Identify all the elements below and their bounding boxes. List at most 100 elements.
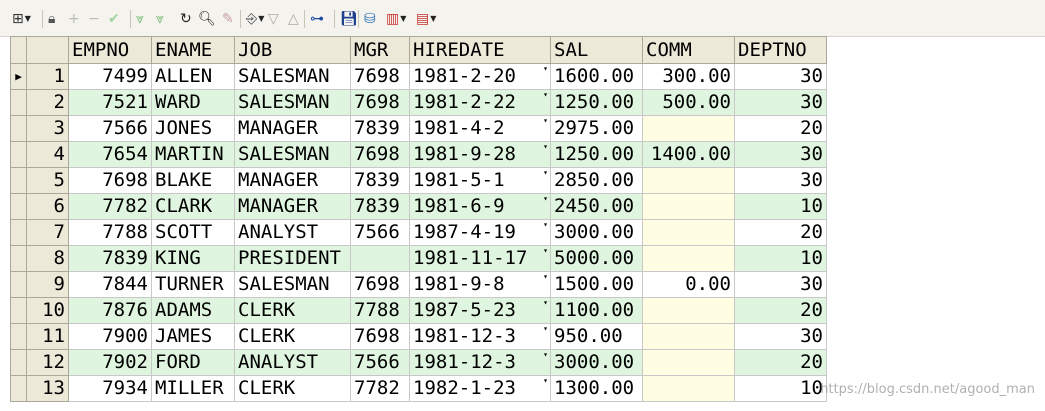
cell-mgr[interactable]: 7698 bbox=[350, 89, 410, 116]
cell-hiredate[interactable]: 1981-5-1 ▾ bbox=[409, 167, 551, 194]
cell-deptno[interactable]: 20 bbox=[734, 349, 827, 376]
row-indicator[interactable] bbox=[10, 193, 27, 220]
cell-deptno[interactable]: 10 bbox=[734, 193, 827, 220]
cell-deptno[interactable]: 30 bbox=[734, 63, 827, 90]
row-number[interactable]: 3 bbox=[26, 115, 69, 142]
date-picker-dropdown-icon[interactable]: ▾ bbox=[543, 273, 548, 283]
row-number[interactable]: 1 bbox=[26, 63, 69, 90]
table-row[interactable]: 8 7839 KING PRESIDENT 1981-11-17 ▾ 5000.00 10 bbox=[10, 245, 827, 272]
cell-sal[interactable]: 2850.00 bbox=[550, 167, 643, 194]
cell-hiredate[interactable]: 1981-9-8 ▾ bbox=[409, 271, 551, 298]
row-number[interactable]: 13 bbox=[26, 375, 69, 402]
report-button[interactable]: ▤ ▼ bbox=[416, 9, 436, 29]
table-row[interactable]: 12 7902 FORD ANALYST 7566 1981-12-3 ▾ 3000.00 20 bbox=[10, 349, 827, 376]
cell-sal[interactable]: 5000.00 bbox=[550, 245, 643, 272]
cell-sal[interactable]: 950.00 bbox=[550, 323, 643, 350]
next-page-button[interactable]: ⩔ bbox=[136, 9, 144, 29]
row-indicator[interactable] bbox=[10, 167, 27, 194]
cell-comm[interactable] bbox=[642, 193, 735, 220]
cell-comm[interactable] bbox=[642, 297, 735, 324]
date-picker-dropdown-icon[interactable]: ▾ bbox=[543, 117, 548, 127]
cell-empno[interactable]: 7839 bbox=[68, 245, 152, 272]
cell-sal[interactable]: 2975.00 bbox=[550, 115, 643, 142]
table-row[interactable]: ▶ 1 7499 ALLEN SALESMAN 7698 1981-2-20 ▾ 1600.00… bbox=[10, 63, 827, 90]
cell-comm[interactable]: 300.00 bbox=[642, 63, 735, 90]
row-number[interactable]: 8 bbox=[26, 245, 69, 272]
cell-empno[interactable]: 7698 bbox=[68, 167, 152, 194]
post-changes-button[interactable]: ✔ bbox=[108, 9, 120, 29]
row-number[interactable]: 9 bbox=[26, 271, 69, 298]
date-picker-dropdown-icon[interactable]: ▾ bbox=[543, 299, 548, 309]
date-picker-dropdown-icon[interactable]: ▾ bbox=[543, 143, 548, 153]
row-indicator[interactable] bbox=[10, 323, 27, 350]
column-header-deptno[interactable]: DEPTNO bbox=[734, 36, 827, 64]
cell-job[interactable]: CLERK bbox=[234, 323, 351, 350]
row-number[interactable]: 12 bbox=[26, 349, 69, 376]
cell-sal[interactable]: 1250.00 bbox=[550, 89, 643, 116]
cell-ename[interactable]: ADAMS bbox=[151, 297, 235, 324]
database-button[interactable]: ⛁ bbox=[364, 9, 376, 29]
cell-mgr[interactable]: 7566 bbox=[350, 349, 410, 376]
date-picker-dropdown-icon[interactable]: ▾ bbox=[543, 325, 548, 335]
lock-button[interactable]: 🔒︎ bbox=[48, 9, 55, 29]
table-row[interactable]: 7 7788 SCOTT ANALYST 7566 1987-4-19 ▾ 3000.00 20 bbox=[10, 219, 827, 246]
cell-mgr[interactable]: 7788 bbox=[350, 297, 410, 324]
cell-ename[interactable]: JAMES bbox=[151, 323, 235, 350]
cell-comm[interactable] bbox=[642, 375, 735, 402]
cell-job[interactable]: MANAGER bbox=[234, 193, 351, 220]
cell-ename[interactable]: CLARK bbox=[151, 193, 235, 220]
cell-deptno[interactable]: 30 bbox=[734, 271, 827, 298]
cell-hiredate[interactable]: 1981-2-22 ▾ bbox=[409, 89, 551, 116]
export-button[interactable]: ⎆ ▼ bbox=[246, 9, 264, 29]
cell-deptno[interactable]: 20 bbox=[734, 115, 827, 142]
row-indicator[interactable] bbox=[10, 297, 27, 324]
date-picker-dropdown-icon[interactable]: ▾ bbox=[543, 195, 548, 205]
column-header-sal[interactable]: SAL bbox=[550, 36, 643, 64]
cell-sal[interactable]: 3000.00 bbox=[550, 219, 643, 246]
cell-hiredate[interactable]: 1981-12-3 ▾ bbox=[409, 349, 551, 376]
table-row[interactable]: 11 7900 JAMES CLERK 7698 1981-12-3 ▾ 950.00 30 bbox=[10, 323, 827, 350]
row-indicator[interactable] bbox=[10, 271, 27, 298]
cell-comm[interactable] bbox=[642, 115, 735, 142]
row-indicator[interactable] bbox=[10, 115, 27, 142]
cell-mgr[interactable]: 7698 bbox=[350, 271, 410, 298]
column-header-mgr[interactable]: MGR bbox=[350, 36, 410, 64]
cell-empno[interactable]: 7566 bbox=[68, 115, 152, 142]
cell-empno[interactable]: 7782 bbox=[68, 193, 152, 220]
cell-comm[interactable]: 500.00 bbox=[642, 89, 735, 116]
row-indicator[interactable] bbox=[10, 245, 27, 272]
cell-empno[interactable]: 7521 bbox=[68, 89, 152, 116]
cell-empno[interactable]: 7934 bbox=[68, 375, 152, 402]
cell-comm[interactable] bbox=[642, 245, 735, 272]
row-indicator[interactable] bbox=[10, 219, 27, 246]
cell-ename[interactable]: TURNER bbox=[151, 271, 235, 298]
cell-ename[interactable]: JONES bbox=[151, 115, 235, 142]
cell-sal[interactable]: 1100.00 bbox=[550, 297, 643, 324]
cell-hiredate[interactable]: 1981-9-28 ▾ bbox=[409, 141, 551, 168]
row-indicator[interactable] bbox=[10, 375, 27, 402]
cell-ename[interactable]: WARD bbox=[151, 89, 235, 116]
cell-job[interactable]: CLERK bbox=[234, 375, 351, 402]
cell-hiredate[interactable]: 1981-2-20 ▾ bbox=[409, 63, 551, 90]
table-row[interactable]: 6 7782 CLARK MANAGER 7839 1981-6-9 ▾ 2450.00 10 bbox=[10, 193, 827, 220]
cell-mgr[interactable]: 7698 bbox=[350, 63, 410, 90]
cell-empno[interactable]: 7900 bbox=[68, 323, 152, 350]
cell-ename[interactable]: KING bbox=[151, 245, 235, 272]
cell-job[interactable]: SALESMAN bbox=[234, 63, 351, 90]
row-number[interactable]: 6 bbox=[26, 193, 69, 220]
cell-hiredate[interactable]: 1982-1-23 ▾ bbox=[409, 375, 551, 402]
table-row[interactable]: 2 7521 WARD SALESMAN 7698 1981-2-22 ▾ 1250.00 50… bbox=[10, 89, 827, 116]
cell-comm[interactable] bbox=[642, 167, 735, 194]
date-picker-dropdown-icon[interactable]: ▾ bbox=[543, 221, 548, 231]
table-row[interactable]: 5 7698 BLAKE MANAGER 7839 1981-5-1 ▾ 2850.00 30 bbox=[10, 167, 827, 194]
last-page-button[interactable]: ⩔ bbox=[156, 9, 164, 29]
row-number[interactable]: 10 bbox=[26, 297, 69, 324]
cell-mgr[interactable]: 7782 bbox=[350, 375, 410, 402]
column-header-hiredate[interactable]: HIREDATE bbox=[409, 36, 551, 64]
cell-deptno[interactable]: 20 bbox=[734, 297, 827, 324]
cell-hiredate[interactable]: 1981-11-17 ▾ bbox=[409, 245, 551, 272]
cell-deptno[interactable]: 30 bbox=[734, 141, 827, 168]
cell-sal[interactable]: 1600.00 bbox=[550, 63, 643, 90]
cell-deptno[interactable]: 10 bbox=[734, 375, 827, 402]
cell-job[interactable]: MANAGER bbox=[234, 167, 351, 194]
